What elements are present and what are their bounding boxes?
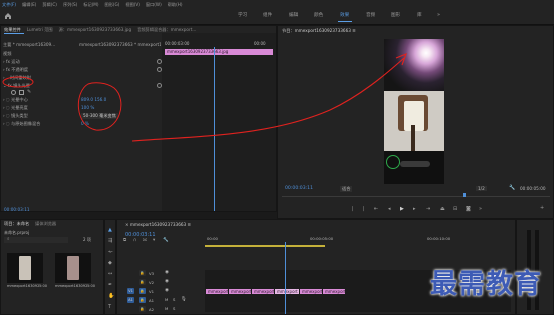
- annotation-arrow-line: [131, 57, 405, 142]
- watermark-logo: 最需教育: [430, 269, 542, 300]
- annotation-circle-values: [77, 82, 122, 131]
- annotation-circle-effect: [2, 76, 34, 88]
